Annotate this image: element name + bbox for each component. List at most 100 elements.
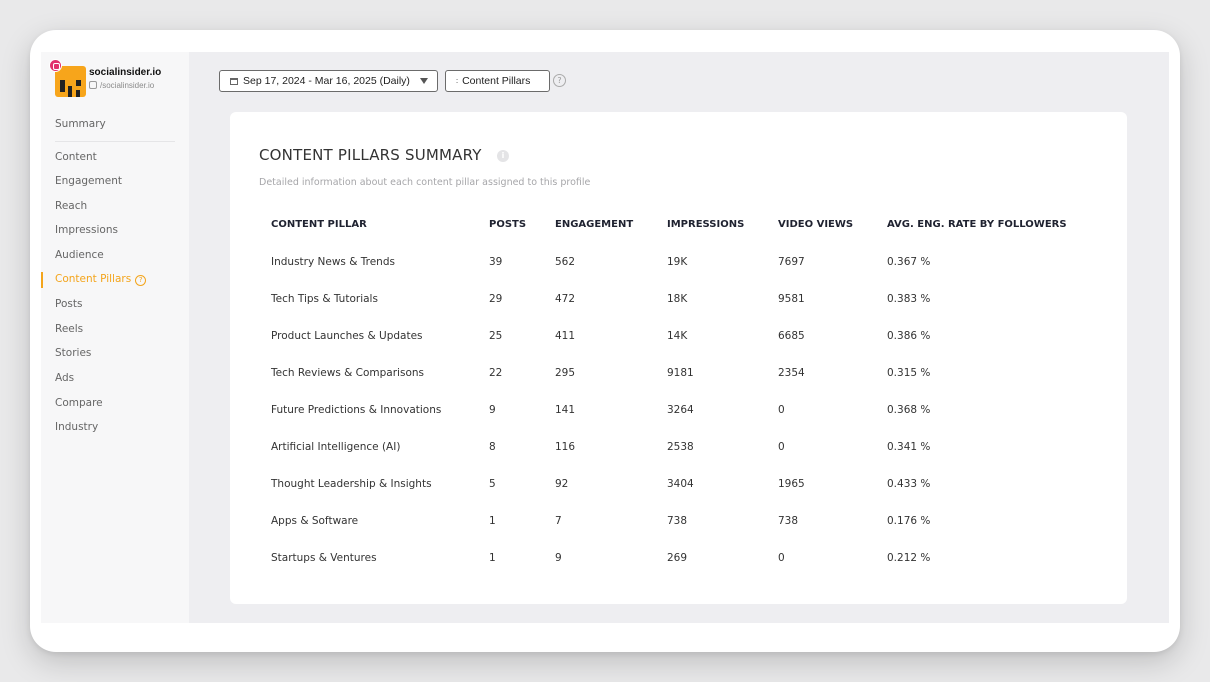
cell-posts: 29	[489, 293, 503, 305]
cell-engagement: 411	[555, 330, 576, 342]
column-header-impressions: IMPRESSIONS	[667, 219, 745, 230]
sidebar-item-reach[interactable]: Reach	[55, 200, 87, 212]
sparkle-icon: ∶	[456, 77, 459, 86]
help-circle-icon[interactable]: ?	[135, 275, 147, 286]
sidebar-item-impressions[interactable]: Impressions	[55, 224, 118, 236]
cell-video-views: 0	[778, 552, 785, 564]
cell-avg-eng-rate: 0.383 %	[887, 293, 931, 305]
cell-engagement: 7	[555, 515, 562, 527]
cell-avg-eng-rate: 0.176 %	[887, 515, 931, 527]
cell-video-views: 0	[778, 441, 785, 453]
column-header-engagement: ENGAGEMENT	[555, 219, 634, 230]
sidebar-item-industry[interactable]: Industry	[55, 421, 98, 433]
content-pillars-summary-card: CONTENT PILLARS SUMMARY i Detailed infor…	[230, 112, 1127, 604]
table-row: Industry News & Trends 39 562 19K 7697 0…	[230, 256, 1127, 293]
cell-video-views: 2354	[778, 367, 805, 379]
column-header-content-pillar: CONTENT PILLAR	[271, 219, 367, 230]
cell-posts: 5	[489, 478, 496, 490]
cell-content-pillar: Thought Leadership & Insights	[271, 478, 432, 490]
profile-handle-text: /socialinsider.io	[100, 81, 155, 90]
column-header-posts: POSTS	[489, 219, 527, 230]
sidebar-item-engagement[interactable]: Engagement	[55, 175, 122, 187]
card-title: CONTENT PILLARS SUMMARY	[259, 146, 482, 164]
app-window: socialinsider.io /socialinsider.io Summa…	[30, 30, 1180, 652]
card-subtitle: Detailed information about each content …	[259, 177, 591, 188]
cell-posts: 1	[489, 515, 496, 527]
table-row: Future Predictions & Innovations 9 141 3…	[230, 404, 1127, 441]
cell-content-pillar: Future Predictions & Innovations	[271, 404, 442, 416]
table-row: Product Launches & Updates 25 411 14K 66…	[230, 330, 1127, 367]
cell-engagement: 141	[555, 404, 576, 416]
sidebar-item-audience[interactable]: Audience	[55, 249, 104, 261]
calendar-icon	[230, 78, 238, 85]
cell-posts: 39	[489, 256, 503, 268]
sidebar-item-reels[interactable]: Reels	[55, 323, 83, 335]
cell-content-pillar: Product Launches & Updates	[271, 330, 423, 342]
cell-content-pillar: Industry News & Trends	[271, 256, 395, 268]
sidebar-item-summary[interactable]: Summary	[55, 118, 106, 130]
cell-impressions: 19K	[667, 256, 688, 268]
sidebar-item-posts[interactable]: Posts	[55, 298, 82, 310]
cell-content-pillar: Apps & Software	[271, 515, 359, 527]
sidebar-item-stories[interactable]: Stories	[55, 347, 91, 359]
cell-avg-eng-rate: 0.341 %	[887, 441, 931, 453]
cell-posts: 9	[489, 404, 496, 416]
cell-engagement: 562	[555, 256, 576, 268]
cell-posts: 8	[489, 441, 496, 453]
cell-video-views: 1965	[778, 478, 805, 490]
cell-posts: 25	[489, 330, 503, 342]
profile-name: socialinsider.io	[89, 67, 162, 78]
cell-impressions: 738	[667, 515, 688, 527]
cell-content-pillar: Startups & Ventures	[271, 552, 377, 564]
cell-avg-eng-rate: 0.367 %	[887, 256, 931, 268]
sidebar-item-content[interactable]: Content	[55, 151, 97, 163]
sidebar-item-content-pillars[interactable]: Content Pillars?	[55, 273, 147, 286]
sidebar-item-compare[interactable]: Compare	[55, 397, 103, 409]
sidebar-item-ads[interactable]: Ads	[55, 372, 74, 384]
help-icon[interactable]: ?	[553, 74, 566, 87]
table-row: Thought Leadership & Insights 5 92 3404 …	[230, 478, 1127, 515]
table-row: Apps & Software 1 7 738 738 0.176 %	[230, 515, 1127, 552]
instagram-small-icon	[89, 81, 97, 89]
cell-avg-eng-rate: 0.212 %	[887, 552, 931, 564]
cell-engagement: 116	[555, 441, 576, 453]
table-row: Tech Tips & Tutorials 29 472 18K 9581 0.…	[230, 293, 1127, 330]
cell-impressions: 2538	[667, 441, 694, 453]
cell-content-pillar: Tech Reviews & Comparisons	[271, 367, 424, 379]
profile-handle: /socialinsider.io	[89, 81, 154, 90]
content-pillars-button-label: Content Pillars	[462, 75, 531, 87]
cell-engagement: 295	[555, 367, 576, 379]
sidebar-item-content-pillars-label: Content Pillars	[55, 273, 132, 285]
cell-video-views: 0	[778, 404, 785, 416]
cell-avg-eng-rate: 0.368 %	[887, 404, 931, 416]
active-item-marker	[41, 272, 43, 288]
chevron-down-icon	[419, 78, 428, 84]
cell-impressions: 269	[667, 552, 688, 564]
cell-avg-eng-rate: 0.315 %	[887, 367, 931, 379]
cell-video-views: 738	[778, 515, 799, 527]
cell-engagement: 472	[555, 293, 576, 305]
main-content: Sep 17, 2024 - Mar 16, 2025 (Daily) ∶ Con…	[189, 52, 1169, 623]
sidebar-divider	[55, 141, 175, 142]
cell-impressions: 14K	[667, 330, 688, 342]
cell-video-views: 7697	[778, 256, 805, 268]
profile-header[interactable]: socialinsider.io /socialinsider.io	[49, 59, 185, 100]
cell-impressions: 3264	[667, 404, 694, 416]
column-header-video-views: VIDEO VIEWS	[778, 219, 854, 230]
instagram-icon	[49, 59, 62, 72]
cell-impressions: 18K	[667, 293, 688, 305]
table-row: Startups & Ventures 1 9 269 0 0.212 %	[230, 552, 1127, 589]
cell-posts: 22	[489, 367, 503, 379]
table-row: Tech Reviews & Comparisons 22 295 9181 2…	[230, 367, 1127, 404]
cell-content-pillar: Tech Tips & Tutorials	[271, 293, 378, 305]
content-pillars-button[interactable]: ∶ Content Pillars	[445, 70, 550, 92]
cell-avg-eng-rate: 0.433 %	[887, 478, 931, 490]
cell-engagement: 9	[555, 552, 562, 564]
table-row: Artificial Intelligence (AI) 8 116 2538 …	[230, 441, 1127, 478]
date-range-picker[interactable]: Sep 17, 2024 - Mar 16, 2025 (Daily)	[219, 70, 438, 92]
info-icon[interactable]: i	[497, 150, 509, 162]
cell-video-views: 9581	[778, 293, 805, 305]
date-range-label: Sep 17, 2024 - Mar 16, 2025 (Daily)	[243, 75, 410, 87]
column-header-avg-eng-rate: AVG. ENG. RATE BY FOLLOWERS	[887, 219, 1067, 230]
cell-posts: 1	[489, 552, 496, 564]
